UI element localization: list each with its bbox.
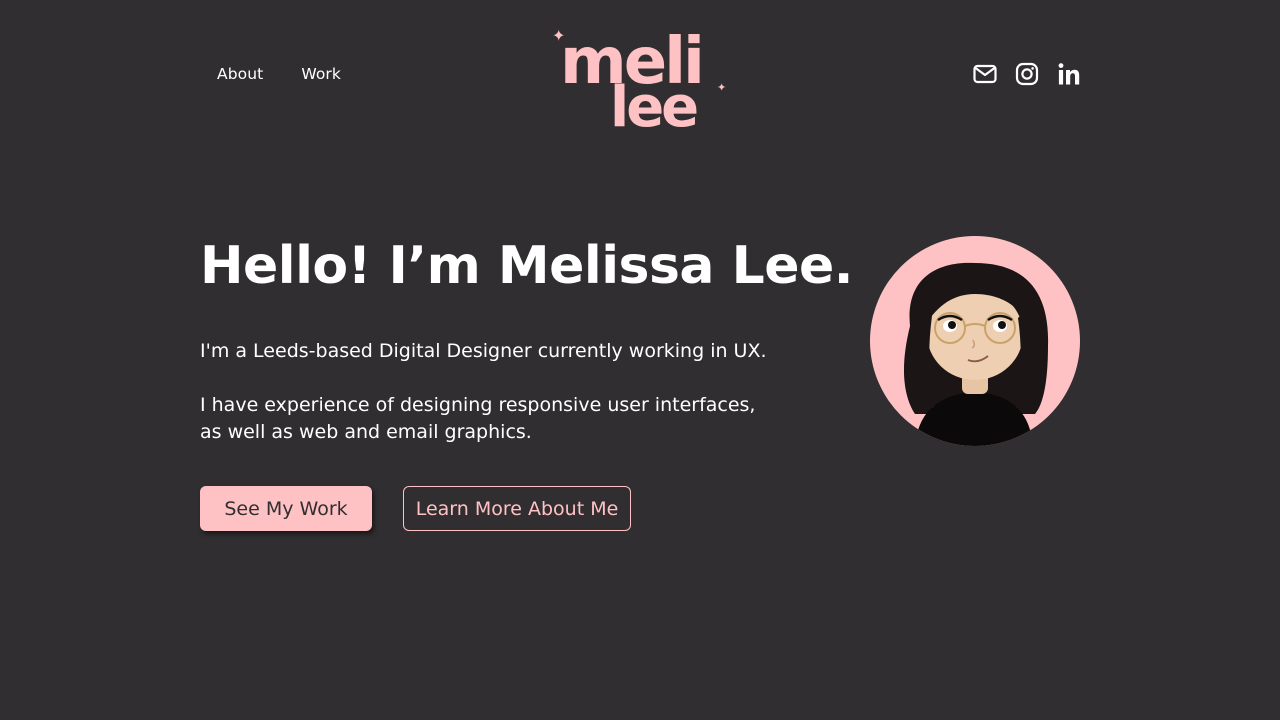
hero-intro: I'm a Leeds-based Digital Designer curre… — [200, 340, 767, 362]
linkedin-icon[interactable] — [1057, 62, 1081, 86]
site-logo[interactable]: ✦ meli lee ✦ — [550, 22, 730, 136]
hero-title: Hello! I’m Melissa Lee. — [200, 236, 854, 296]
site-header: About Work ✦ meli lee ✦ — [0, 0, 1280, 150]
email-icon[interactable] — [973, 62, 997, 86]
logo-text-line2: lee — [610, 75, 699, 140]
see-my-work-button[interactable]: See My Work — [200, 486, 372, 531]
avatar — [870, 236, 1080, 446]
nav-about-link[interactable]: About — [217, 63, 263, 85]
page: About Work ✦ meli lee ✦ Hello! I’m Melis… — [0, 0, 1280, 720]
hero-experience: I have experience of designing responsiv… — [200, 394, 756, 443]
learn-more-button[interactable]: Learn More About Me — [403, 486, 631, 531]
social-links — [973, 62, 1081, 86]
sparkle-icon: ✦ — [717, 81, 727, 94]
main-nav: About Work — [217, 63, 341, 85]
instagram-icon[interactable] — [1015, 62, 1039, 86]
nav-work-link[interactable]: Work — [301, 63, 341, 85]
